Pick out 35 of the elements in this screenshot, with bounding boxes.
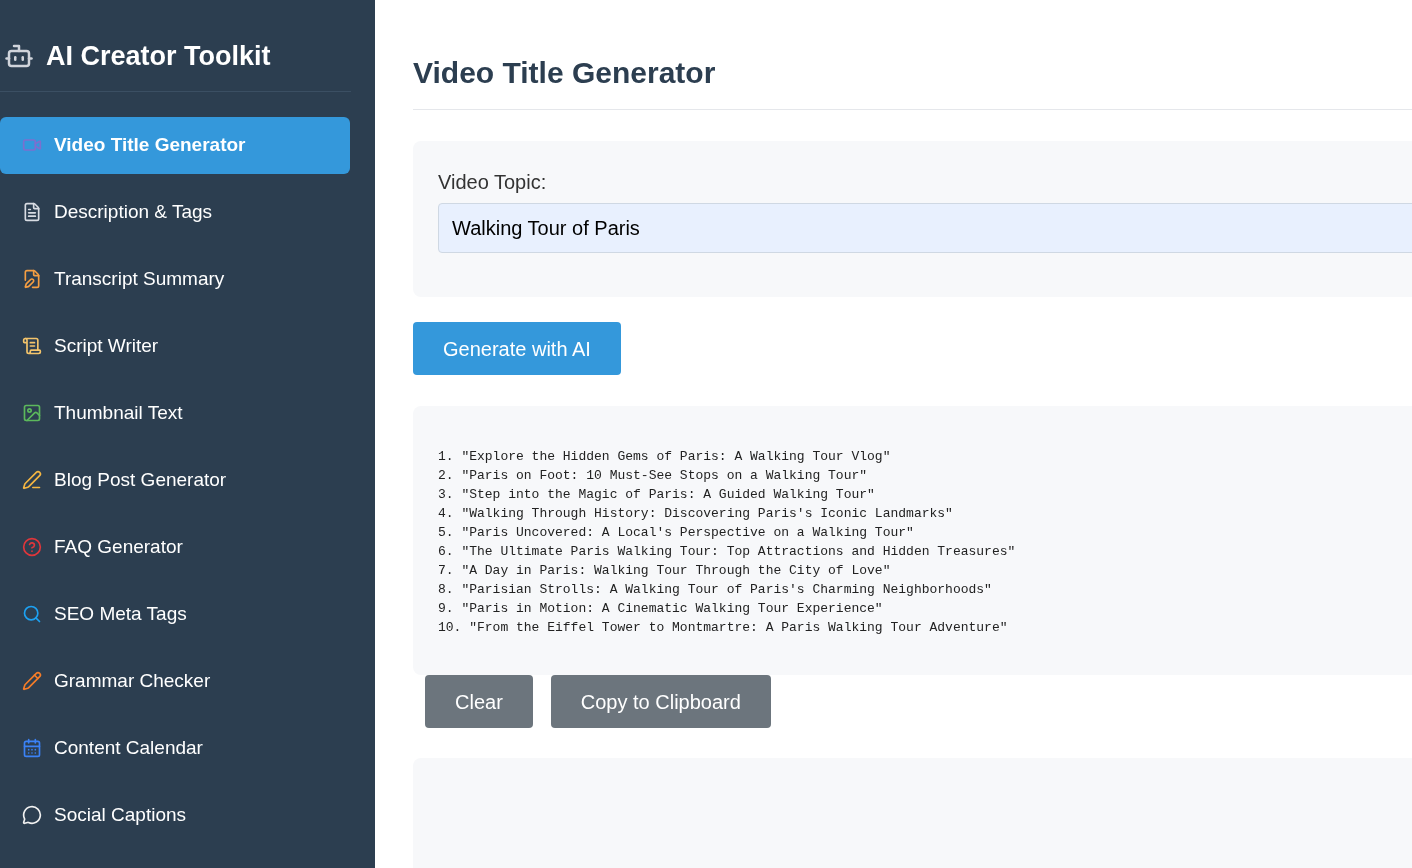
question-icon: [22, 537, 42, 557]
sidebar-item[interactable]: Script Writer: [0, 317, 350, 375]
calendar-icon: [22, 738, 42, 758]
field-label: Video Topic:: [438, 170, 548, 195]
output-line: 2. "Paris on Foot: 10 Must-See Stops on a Walking Tour": [438, 467, 868, 485]
sidebar-item[interactable]: SEO Meta Tags: [0, 585, 350, 643]
sidebar-item[interactable]: Description & Tags: [0, 183, 350, 241]
sidebar-item[interactable]: Content Calendar: [0, 719, 350, 777]
output-line: 9. "Paris in Motion: A Cinematic Walking Tour Experience": [438, 600, 883, 618]
speech-bubble-icon: [22, 805, 42, 825]
sidebar-item[interactable]: Transcript Summary: [0, 250, 350, 308]
copy-button[interactable]: Copy to Clipboard: [550, 675, 771, 728]
clear-button[interactable]: Clear: [425, 675, 533, 728]
pencil-icon: [22, 671, 42, 691]
document-icon: [22, 202, 42, 222]
search-icon: [22, 604, 42, 624]
output-line: 1. "Explore the Hidden Gems of Paris: A Walking Tour Vlog": [438, 448, 891, 466]
sidebar-item[interactable]: Blog Post Generator: [0, 451, 350, 509]
app-title: AI Creator Toolkit: [46, 40, 271, 73]
sidebar-item[interactable]: Grammar Checker: [0, 652, 350, 710]
document-pen-icon: [22, 269, 42, 289]
scroll-icon: [22, 336, 42, 356]
output-line: 3. "Step into the Magic of Paris: A Guided Walking Tour": [438, 486, 875, 504]
picture-icon: [22, 403, 42, 423]
output-line: 5. "Paris Uncovered: A Local's Perspective on a Walking Tour": [438, 524, 914, 542]
sidebar-item[interactable]: Social Captions: [0, 786, 350, 844]
output-line: 10. "From the Eiffel Tower to Montmartre: A Paris Walking Tour Adventure": [438, 619, 1008, 637]
output-line: 7. "A Day in Paris: Walking Tour Through the City of Love": [438, 562, 891, 580]
sidebar-item[interactable]: FAQ Generator: [0, 518, 350, 576]
topic-input[interactable]: Walking Tour of Paris: [438, 203, 1412, 253]
output-line: 4. "Walking Through History: Discovering Paris's Iconic Landmarks": [438, 505, 953, 523]
output-line: 6. "The Ultimate Paris Walking Tour: Top Attractions and Hidden Treasures": [438, 543, 1016, 561]
output-line: 8. "Parisian Strolls: A Walking Tour of Paris's Charming Neighborhoods": [438, 581, 992, 599]
page-heading: Video Title Generator: [413, 50, 1412, 110]
sidebar-item[interactable]: Thumbnail Text: [0, 384, 350, 442]
